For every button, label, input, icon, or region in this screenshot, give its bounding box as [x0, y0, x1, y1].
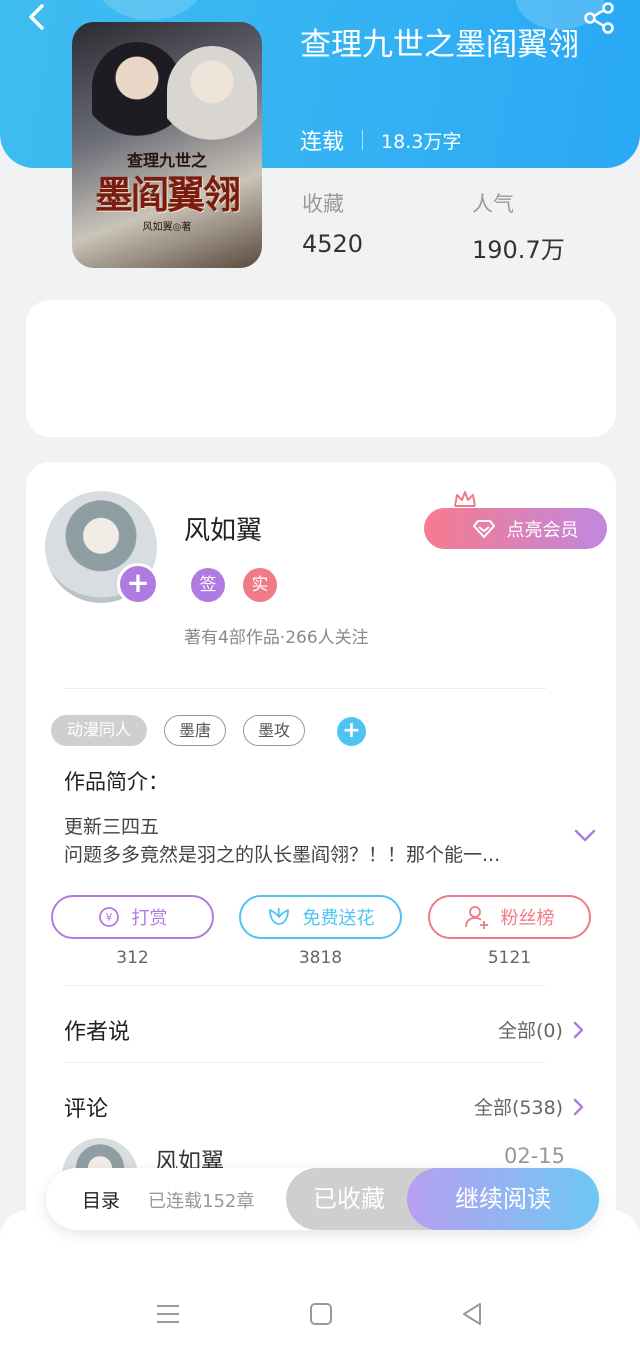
intro-text: 问题多多竟然是羽之的队长墨阎翎？！！那个能一... — [64, 844, 501, 866]
author-subtitle: 著有4部作品·266人关注 — [184, 628, 369, 648]
send-flower-button[interactable]: 免费送花 — [239, 895, 402, 939]
intro-text: 更新三四五 — [64, 816, 160, 838]
flower-icon — [268, 907, 289, 925]
follow-author-button[interactable]: + — [117, 563, 159, 605]
author-says-title: 作者说 — [64, 1020, 131, 1045]
signed-badge: 签 — [191, 568, 225, 602]
chevron-left-icon — [29, 4, 44, 30]
stat-popularity: 人气 190.7万 — [472, 188, 565, 265]
vip-button-label: 点亮会员 — [506, 519, 579, 541]
add-tag-button[interactable]: + — [337, 717, 366, 746]
continue-reading-button[interactable]: 继续阅读 — [407, 1168, 599, 1230]
diamond-icon — [472, 519, 495, 538]
comment-date: 02-15 — [504, 1144, 566, 1168]
chevron-right-icon — [573, 1021, 584, 1038]
author-says-more[interactable]: 全部(0) — [498, 1016, 585, 1043]
fan-rank-button[interactable]: 粉丝榜 — [428, 895, 591, 939]
vip-button[interactable]: 点亮会员 — [424, 508, 607, 549]
bottom-sheet — [0, 1210, 640, 1354]
cover-text: 墨阎翼翎 — [94, 172, 241, 217]
book-title: 查理九世之墨阎翼翎 — [300, 27, 579, 63]
back-triangle-icon[interactable] — [460, 1302, 484, 1326]
stat-label: 收藏 — [302, 192, 344, 216]
reward-label: 打赏 — [131, 908, 168, 929]
chevron-down-icon[interactable] — [572, 826, 598, 846]
divider — [64, 688, 546, 689]
fan-count: 5121 — [487, 948, 532, 968]
flower-count: 3818 — [298, 948, 343, 968]
back-button[interactable] — [22, 2, 54, 34]
book-cover[interactable]: 查理九世之 墨阎翼翎 风如翼◎著 — [72, 22, 262, 268]
author-says-more-label: 全部(0) — [498, 1020, 563, 1042]
toc-button[interactable]: 目录 — [82, 1186, 120, 1213]
word-count: 18.3万字 — [381, 130, 462, 153]
stat-value: 190.7万 — [472, 236, 565, 264]
reward-count: 312 — [116, 948, 149, 968]
verified-badge: 实 — [243, 568, 277, 602]
send-flower-label: 免费送花 — [302, 908, 375, 929]
home-icon[interactable] — [309, 1302, 333, 1326]
cover-text: 风如翼◎著 — [142, 222, 192, 233]
stat-collect: 收藏 4520 — [302, 188, 363, 258]
decor-bubble — [95, 0, 205, 20]
author-name[interactable]: 风如翼 — [184, 510, 262, 547]
comments-more-label: 全部(538) — [474, 1097, 564, 1119]
chapter-count: 已连载152章 — [148, 1191, 255, 1212]
stat-value: 4520 — [302, 230, 364, 258]
divider — [64, 1062, 546, 1063]
crown-icon — [454, 491, 476, 507]
tag-item[interactable]: 墨唐 — [164, 715, 226, 746]
chevron-right-icon — [573, 1098, 584, 1115]
banner-card[interactable] — [26, 300, 616, 437]
user-icon — [464, 906, 488, 929]
serial-status: 连载 — [300, 130, 345, 155]
svg-text:¥: ¥ — [105, 911, 112, 924]
divider — [64, 985, 546, 986]
tag-item[interactable]: 动漫同人 — [51, 715, 147, 746]
comments-more[interactable]: 全部(538) — [474, 1093, 585, 1120]
menu-icon[interactable] — [155, 1302, 181, 1326]
fan-rank-label: 粉丝榜 — [500, 908, 555, 929]
divider — [362, 130, 364, 150]
reading-action-bar: 目录 已连载152章 已收藏 继续阅读 — [46, 1168, 599, 1230]
reward-button[interactable]: ¥ 打赏 — [51, 895, 214, 939]
stat-label: 人气 — [472, 192, 514, 216]
coin-icon: ¥ — [98, 907, 119, 927]
comments-title: 评论 — [64, 1097, 109, 1122]
book-meta: 连载 18.3万字 — [300, 124, 461, 156]
tag-item[interactable]: 墨攻 — [243, 715, 305, 746]
intro-title: 作品简介： — [64, 770, 169, 794]
